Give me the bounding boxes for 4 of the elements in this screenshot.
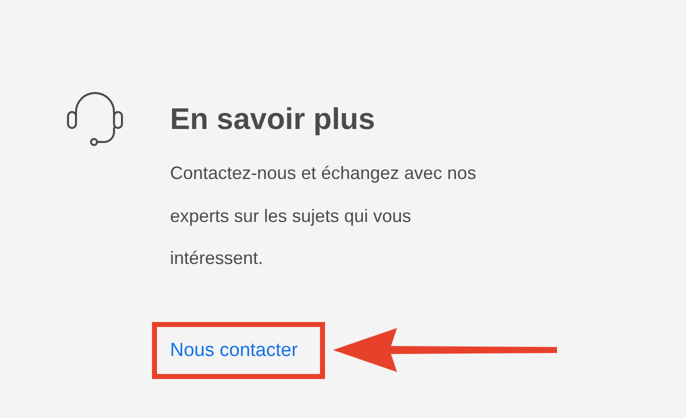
description-text: Contactez-nous et échangez avec nos experts sur les sujets qui vous intéressent. [170, 162, 478, 270]
section-title: En savoir plus [170, 102, 376, 138]
headset-icon [64, 92, 126, 146]
contact-link[interactable]: Nous contacter [170, 336, 298, 364]
